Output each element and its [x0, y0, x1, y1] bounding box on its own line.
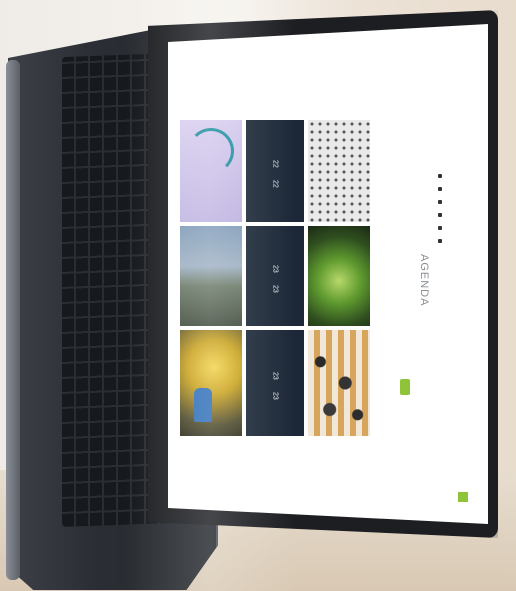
- agenda-heading: AGENDA: [418, 254, 430, 307]
- corner-badge: [458, 492, 468, 502]
- tile-date: 23: [271, 285, 279, 293]
- social-icon: [438, 213, 442, 217]
- event-grid: 22 22 23 23 23 23: [180, 120, 370, 436]
- event-image-tile: [180, 120, 242, 222]
- event-info-tile: 23 23: [246, 226, 304, 326]
- laptop-screen: AGENDA 22 22 23 23 23 23: [168, 24, 488, 524]
- social-icon: [438, 239, 442, 243]
- social-icon: [438, 200, 442, 204]
- event-image-tile: [308, 120, 370, 222]
- social-icons: [438, 174, 446, 264]
- tile-date: 22: [271, 180, 279, 188]
- tile-date: 22: [271, 160, 279, 168]
- social-icon: [438, 174, 442, 178]
- event-image-tile: [180, 330, 242, 436]
- tile-date: 23: [271, 372, 279, 380]
- tile-date: 23: [271, 265, 279, 273]
- event-image-tile: [308, 226, 370, 326]
- tile-date: 23: [271, 392, 279, 400]
- event-image-tile: [180, 226, 242, 326]
- site-navigation: [468, 74, 480, 294]
- event-image-tile: [308, 330, 370, 436]
- social-icon: [438, 226, 442, 230]
- event-info-tile: 23 23: [246, 330, 304, 436]
- green-button: [400, 379, 410, 395]
- event-info-tile: 22 22: [246, 120, 304, 222]
- social-icon: [438, 187, 442, 191]
- laptop-hinge-edge: [6, 59, 20, 581]
